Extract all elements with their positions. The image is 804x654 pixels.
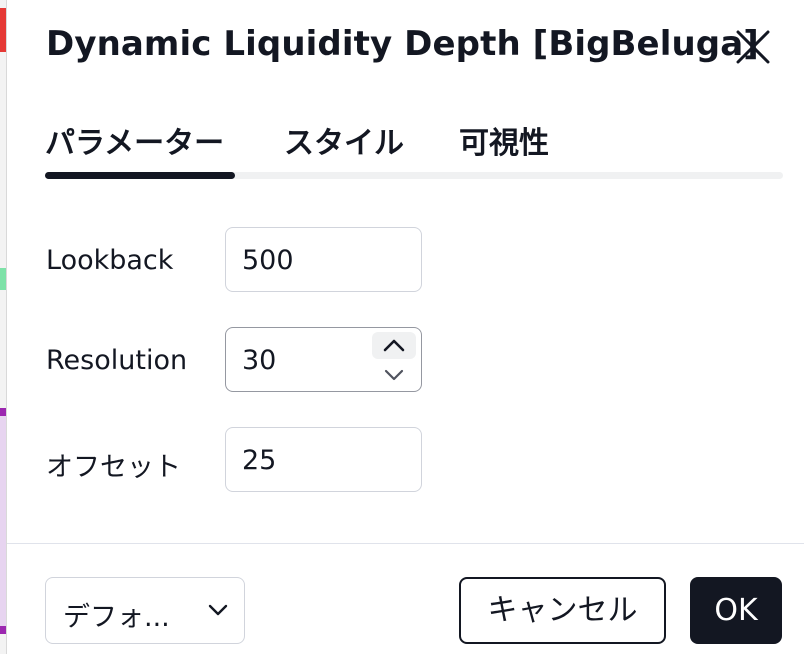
- chevron-down-icon: [208, 604, 228, 616]
- lookback-label: Lookback: [46, 245, 174, 276]
- stepper-down-button[interactable]: [372, 362, 416, 387]
- close-icon: [736, 30, 770, 64]
- close-button[interactable]: [734, 28, 772, 66]
- offset-input[interactable]: 25: [225, 427, 422, 492]
- chart-mark: [0, 268, 6, 290]
- chart-mark: [0, 626, 6, 634]
- resolution-label: Resolution: [46, 345, 188, 376]
- cancel-button[interactable]: キャンセル: [459, 577, 666, 644]
- chart-mark: [0, 8, 6, 52]
- footer-divider: [7, 543, 804, 544]
- chart-mark: [0, 416, 6, 626]
- lookback-input[interactable]: 500: [225, 227, 422, 292]
- tab-style[interactable]: スタイル: [284, 118, 404, 162]
- defaults-label: デフォ...: [63, 602, 170, 633]
- lookback-value: 500: [242, 245, 294, 276]
- background-chart-edge: [0, 0, 7, 654]
- dialog-title: Dynamic Liquidity Depth [BigBeluga]: [46, 24, 759, 64]
- tab-visibility[interactable]: 可視性: [459, 118, 549, 162]
- tab-bar: パラメーター スタイル 可視性: [45, 118, 783, 180]
- tab-parameters[interactable]: パラメーター: [45, 118, 224, 162]
- chevron-up-icon: [383, 339, 405, 352]
- stepper-up-button[interactable]: [372, 332, 416, 359]
- offset-value: 25: [242, 445, 277, 476]
- indicator-settings-dialog: Dynamic Liquidity Depth [BigBeluga] パラメー…: [7, 0, 804, 654]
- resolution-input[interactable]: 30: [225, 327, 422, 392]
- resolution-value: 30: [242, 345, 277, 376]
- active-tab-indicator: [45, 172, 235, 179]
- ok-button[interactable]: OK: [690, 577, 782, 644]
- chart-mark: [0, 408, 6, 416]
- offset-label: オフセット: [46, 452, 181, 483]
- defaults-dropdown[interactable]: デフォ...: [45, 577, 245, 644]
- chevron-down-icon: [384, 369, 404, 381]
